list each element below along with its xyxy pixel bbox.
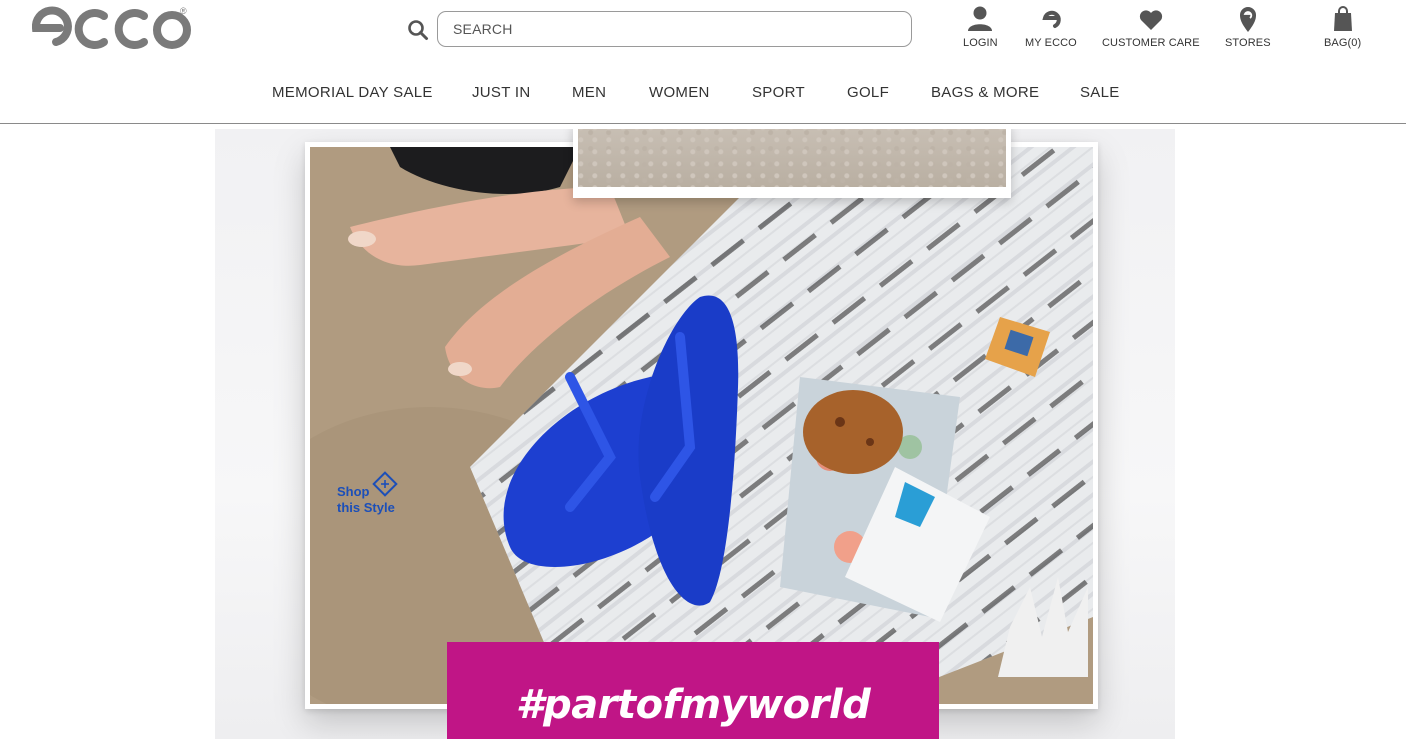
heart-icon <box>1139 10 1162 30</box>
nav-women[interactable]: WOMEN <box>649 84 710 101</box>
my-ecco-link[interactable]: MY ECCO <box>1025 4 1077 49</box>
user-icon <box>968 6 993 31</box>
customer-care-link[interactable]: CUSTOMER CARE <box>1102 4 1200 49</box>
bag-link[interactable]: BAG(0) <box>1324 4 1361 49</box>
nav-just-in[interactable]: JUST IN <box>472 84 531 101</box>
registered-mark: ® <box>180 6 187 16</box>
hashtag-text: #partofmyworld <box>515 682 871 728</box>
hero-banner: Shop this Style #partofmyworld <box>215 129 1175 739</box>
login-label: LOGIN <box>963 37 998 49</box>
search-input[interactable] <box>453 12 893 46</box>
search-field[interactable] <box>437 11 912 47</box>
beach-scene-illustration <box>310 147 1093 704</box>
my-ecco-label: MY ECCO <box>1025 37 1077 49</box>
shop-this-style-link[interactable]: Shop this Style <box>337 469 407 529</box>
nav-men[interactable]: MEN <box>572 84 606 101</box>
bag-icon <box>1333 6 1352 31</box>
shop-line-2: this Style <box>337 500 395 515</box>
stores-label: STORES <box>1225 37 1271 49</box>
search-icon[interactable] <box>407 19 429 41</box>
beach-photo <box>310 147 1093 704</box>
nav-sale[interactable]: SALE <box>1080 84 1120 101</box>
login-link[interactable]: LOGIN <box>963 4 998 49</box>
shop-line-1: Shop <box>337 484 370 499</box>
ecco-e-icon <box>1042 10 1061 28</box>
hashtag-banner[interactable]: #partofmyworld <box>447 642 939 739</box>
nav-sport[interactable]: SPORT <box>752 84 805 101</box>
customer-care-label: CUSTOMER CARE <box>1102 37 1200 49</box>
bag-label: BAG(0) <box>1324 37 1362 49</box>
shop-this-style-text: Shop this Style <box>337 484 395 516</box>
sand-photo-card <box>573 129 1011 198</box>
nav-golf[interactable]: GOLF <box>847 84 889 101</box>
nav-bags-and-more[interactable]: BAGS & MORE <box>931 84 1039 101</box>
nav-memorial-day-sale[interactable]: MEMORIAL DAY SALE <box>272 84 433 101</box>
ecco-logo[interactable]: ® <box>28 4 198 50</box>
sand-texture <box>578 129 1006 187</box>
polaroid-frame <box>305 142 1098 709</box>
main-navigation: MEMORIAL DAY SALE JUST IN MEN WOMEN SPOR… <box>0 84 1406 110</box>
site-header: ® LOGIN MY ECCO CUSTOMER CARE STORES <box>0 0 1406 124</box>
stores-link[interactable]: STORES <box>1225 4 1271 49</box>
map-pin-icon <box>1239 7 1256 32</box>
